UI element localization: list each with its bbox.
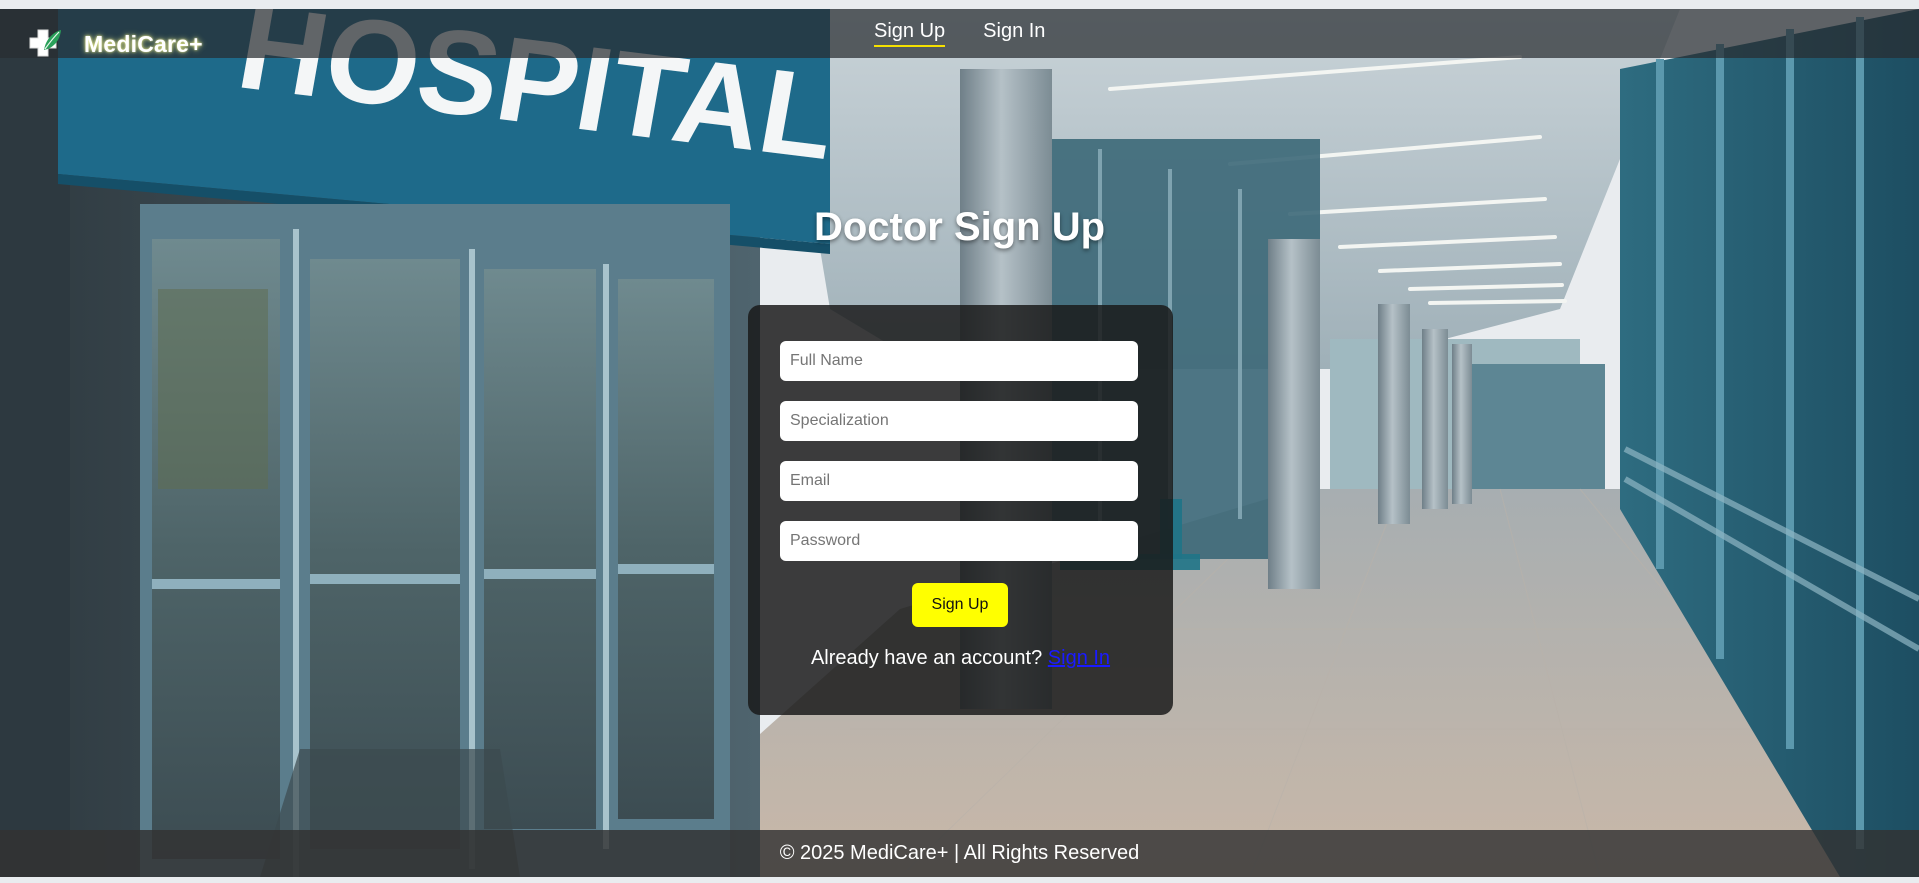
specialization-input[interactable]	[780, 401, 1138, 441]
nav-sign-up-link[interactable]: Sign Up	[874, 20, 946, 47]
footer-copyright: © 2025 MediCare+ | All Rights Reserved	[779, 842, 1140, 864]
brand[interactable]: MediCare+	[26, 24, 203, 64]
signin-prompt: Already have an account? Sign In	[748, 647, 1173, 670]
brand-name: MediCare+	[84, 30, 203, 57]
footer: © 2025 MediCare+ | All Rights Reserved	[0, 830, 1919, 877]
main-nav: Sign Up Sign In	[874, 20, 1045, 47]
account-prompt-text: Already have an account?	[810, 647, 1043, 669]
page-title: Doctor Sign Up	[813, 205, 1106, 249]
medical-cross-leaf-icon	[29, 29, 61, 57]
sign-up-button[interactable]: Sign Up	[912, 583, 1008, 627]
page: HOSPITAL MediCare+ Sign Up Sign In Docto…	[0, 0, 1919, 883]
signup-form-card: Sign Up Already have an account? Sign In	[748, 305, 1173, 715]
password-input[interactable]	[780, 521, 1138, 561]
full-name-input[interactable]	[780, 341, 1138, 381]
email-input[interactable]	[780, 461, 1138, 501]
sign-in-link[interactable]: Sign In	[1048, 647, 1110, 669]
nav-sign-in-link[interactable]: Sign In	[983, 20, 1045, 47]
